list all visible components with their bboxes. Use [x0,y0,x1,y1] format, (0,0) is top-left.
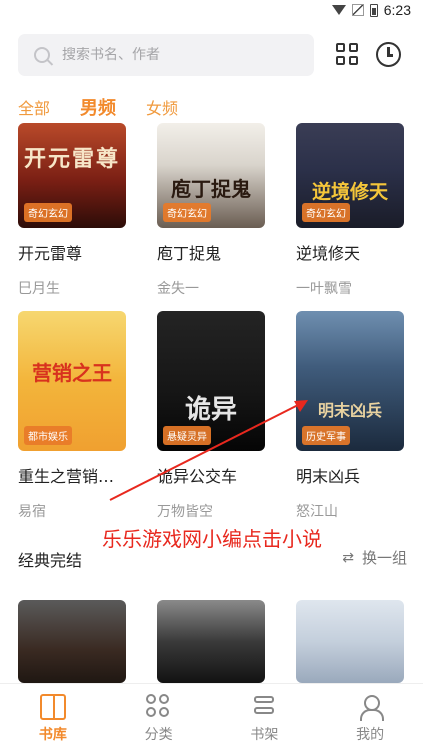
book-card[interactable] [18,600,126,683]
refresh-label: 换一组 [361,549,407,567]
book-icon [39,694,66,720]
book-author: 金失一 [157,281,199,297]
status-bar: 6:23 [0,0,423,22]
book-author: 巳月生 [18,281,60,297]
book-card[interactable]: 营销之王 都市娱乐 重生之营销之王 易宿 [18,311,126,521]
book-card[interactable]: 明末凶兵 历史军事 明末凶兵 怒江山 [296,311,404,521]
book-cover[interactable]: 诡异 悬疑灵异 [157,311,265,451]
status-time: 6:23 [383,2,411,18]
book-cover[interactable]: 营销之王 都市娱乐 [18,311,126,451]
refresh-icon: ⇄ [342,549,354,566]
grid-view-icon[interactable] [336,43,359,66]
book-card[interactable]: 诡异 悬疑灵异 诡异公交车 万物皆空 [157,311,265,521]
tab-female[interactable]: 女频 [146,95,178,119]
tab-male[interactable]: 男频 [80,94,116,120]
book-cover[interactable] [296,600,404,683]
book-cover[interactable] [157,600,265,683]
book-card[interactable] [296,600,404,683]
book-card[interactable]: 庖丁捉鬼 奇幻玄幻 庖丁捉鬼 金失一 [157,123,265,298]
shelf-icon [251,694,277,720]
book-cover[interactable]: 开元雷尊 奇幻玄幻 [18,123,126,228]
gender-tabs: 全部 男频 女频 [18,94,208,120]
wifi-icon [331,5,346,15]
battery-icon [369,3,378,17]
tab-all[interactable]: 全部 [18,95,50,119]
nav-library[interactable]: 书库 [0,684,106,753]
history-icon[interactable] [376,42,401,67]
book-title[interactable]: 开元雷尊 [18,240,126,264]
genre-badge: 奇幻玄幻 [24,203,72,222]
nav-category[interactable]: 分类 [106,684,212,753]
search-input[interactable] [62,47,282,63]
bottom-navigation: 书库 分类 书架 我的 [0,683,423,753]
search-bar[interactable] [18,34,314,76]
genre-badge: 奇幻玄幻 [163,203,211,222]
genre-badge: 都市娱乐 [24,426,72,445]
book-cover[interactable]: 逆境修天 奇幻玄幻 [296,123,404,228]
nav-shelf[interactable]: 书架 [212,684,318,753]
book-author: 易宿 [18,504,46,520]
profile-icon [357,694,385,721]
nav-profile[interactable]: 我的 [317,684,423,753]
category-icon [145,694,172,720]
genre-badge: 历史军事 [302,426,350,445]
no-signal-icon [351,4,364,16]
book-cover[interactable]: 庖丁捉鬼 奇幻玄幻 [157,123,265,228]
book-title[interactable]: 重生之营销之王 [18,463,126,487]
book-card[interactable]: 逆境修天 奇幻玄幻 逆境修天 一叶飘雪 [296,123,404,298]
refresh-group-button[interactable]: ⇄ 换一组 [342,547,407,568]
genre-badge: 奇幻玄幻 [302,203,350,222]
book-title[interactable]: 明末凶兵 [296,463,404,487]
annotation-text: 乐乐游戏网小编点击小说 [102,527,322,551]
book-title[interactable]: 诡异公交车 [157,463,265,487]
book-card[interactable] [157,600,265,683]
book-title[interactable]: 逆境修天 [296,240,404,264]
book-cover[interactable] [18,600,126,683]
section-title: 经典完结 [18,551,83,570]
book-card[interactable]: 开元雷尊 奇幻玄幻 开元雷尊 巳月生 [18,123,126,298]
book-author: 怒江山 [296,504,338,520]
book-author: 万物皆空 [157,504,213,520]
book-cover[interactable]: 明末凶兵 历史军事 [296,311,404,451]
book-title[interactable]: 庖丁捉鬼 [157,240,265,264]
book-author: 一叶飘雪 [296,281,352,297]
search-icon [34,47,50,63]
genre-badge: 悬疑灵异 [163,426,211,445]
